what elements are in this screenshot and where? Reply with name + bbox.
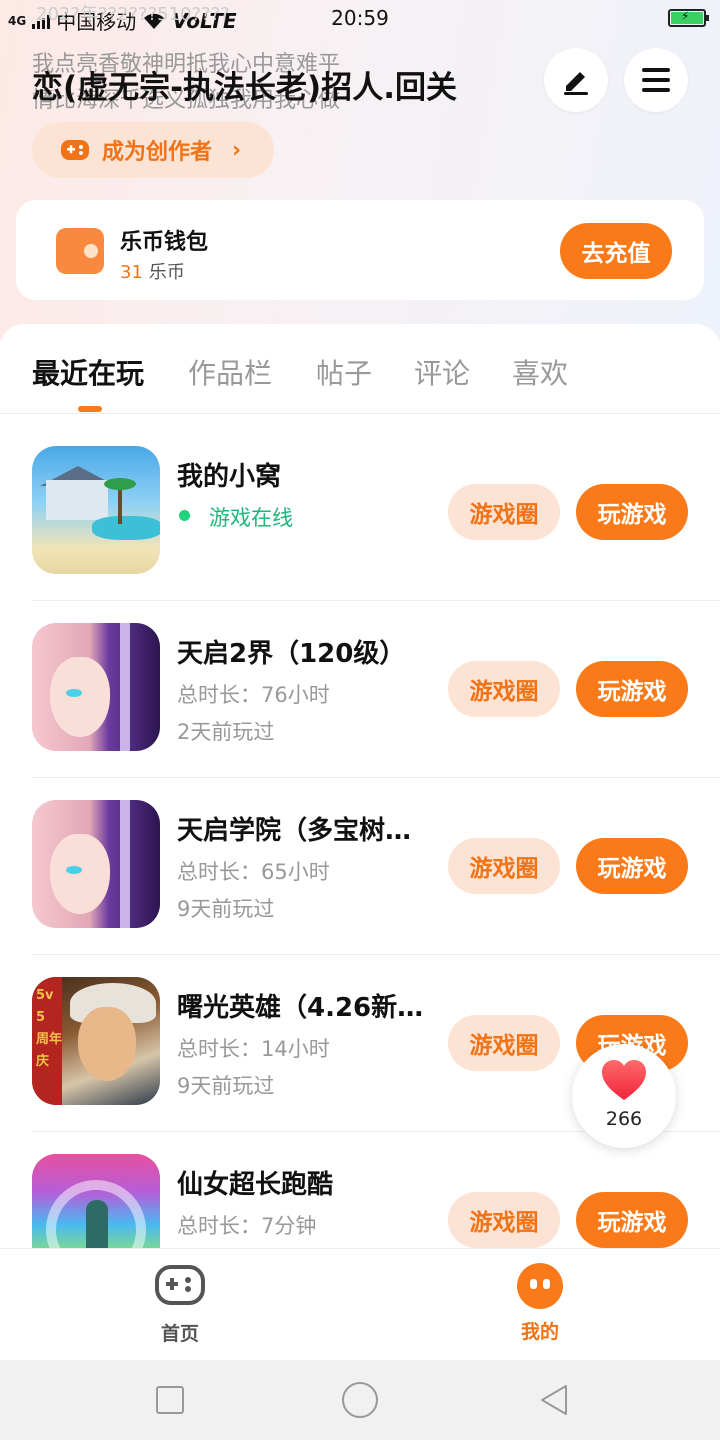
nav-home-label: 首页 <box>160 1323 199 1345</box>
tab-likes[interactable]: 喜欢 <box>512 352 568 392</box>
play-game-button[interactable]: 玩游戏 <box>576 484 688 540</box>
heart-icon <box>602 1060 646 1100</box>
game-status: 游戏在线 <box>209 506 293 530</box>
profile-face-icon <box>517 1263 563 1309</box>
game-last-played: 9天前玩过 <box>177 1074 275 1098</box>
edit-icon <box>564 72 588 95</box>
thumbnail-badge: 5v5 周年庆 <box>36 988 63 1069</box>
chevron-right-icon: › <box>232 137 242 163</box>
game-thumbnail[interactable]: 5v5 周年庆 <box>32 977 160 1105</box>
nav-me-label: 我的 <box>520 1321 559 1343</box>
game-name: 曙光英雄（4.26新… <box>177 993 424 1023</box>
tab-bar: 最近在玩 作品栏 帖子 评论 喜欢 <box>0 324 720 414</box>
home-icon[interactable] <box>342 1382 378 1418</box>
game-circle-button[interactable]: 游戏圈 <box>448 484 560 540</box>
gamepad-icon <box>61 140 89 160</box>
play-game-button[interactable]: 玩游戏 <box>576 1192 688 1248</box>
gamepad-nav-icon <box>155 1265 205 1305</box>
game-row[interactable]: 仙女超长跑酷 总时长：7分钟 游戏圈 玩游戏 <box>32 1132 720 1250</box>
game-thumbnail[interactable] <box>32 1154 160 1250</box>
nav-home[interactable]: 首页 <box>120 1263 240 1346</box>
wallet-icon <box>56 222 104 274</box>
wallet-title: 乐币钱包 <box>120 230 209 255</box>
back-icon[interactable] <box>536 1382 572 1418</box>
ghost-text-0: 202?年??2???510???? <box>36 4 230 25</box>
game-total-time: 总时长：76小时 <box>177 683 330 707</box>
menu-icon <box>642 68 670 92</box>
game-thumbnail[interactable] <box>32 623 160 751</box>
game-name: 天启2界（120级） <box>177 639 406 669</box>
game-row[interactable]: 天启学院（多宝树… 总时长：65小时 9天前玩过 游戏圈 玩游戏 <box>32 778 720 955</box>
game-last-played: 9天前玩过 <box>177 897 275 921</box>
play-game-button[interactable]: 玩游戏 <box>576 661 688 717</box>
tab-works[interactable]: 作品栏 <box>188 352 272 392</box>
bottom-nav: 首页 我的 <box>0 1248 720 1360</box>
system-navigation-bar <box>0 1360 720 1440</box>
game-thumbnail[interactable] <box>32 800 160 928</box>
play-game-button[interactable]: 玩游戏 <box>576 838 688 894</box>
battery-icon <box>668 9 709 27</box>
game-row[interactable]: 我的小窝 游戏在线 游戏圈 玩游戏 <box>32 424 720 601</box>
tab-recent[interactable]: 最近在玩 <box>32 352 144 392</box>
wallet-balance-unit: 乐币 <box>148 262 185 283</box>
battery-fill <box>671 9 703 24</box>
game-circle-button[interactable]: 游戏圈 <box>448 1192 560 1248</box>
become-creator-button[interactable]: 成为创作者 › <box>32 122 274 178</box>
online-dot-icon <box>179 510 190 521</box>
become-creator-label: 成为创作者 <box>102 140 213 165</box>
wallet-balance: 31 乐币 <box>120 258 185 284</box>
recent-apps-icon[interactable] <box>156 1386 184 1414</box>
tab-posts[interactable]: 帖子 <box>316 352 372 392</box>
game-name: 天启学院（多宝树… <box>177 816 412 846</box>
game-total-time: 总时长：65小时 <box>177 860 330 884</box>
game-row[interactable]: 天启2界（120级） 总时长：76小时 2天前玩过 游戏圈 玩游戏 <box>32 601 720 778</box>
like-button[interactable]: 266 <box>572 1044 676 1148</box>
edit-button[interactable] <box>544 48 608 112</box>
tab-indicator <box>78 406 102 412</box>
game-name: 我的小窝 <box>177 462 282 492</box>
nav-me[interactable]: 我的 <box>480 1263 600 1344</box>
game-circle-button[interactable]: 游戏圈 <box>448 1015 560 1071</box>
tab-comments[interactable]: 评论 <box>414 352 470 392</box>
like-count: 266 <box>605 1108 643 1130</box>
game-circle-button[interactable]: 游戏圈 <box>448 661 560 717</box>
wallet-balance-value: 31 <box>120 262 143 283</box>
page-title: 恋(虚无宗-执法长老)招人.回关 <box>32 70 457 106</box>
menu-button[interactable] <box>624 48 688 112</box>
game-thumbnail[interactable] <box>32 446 160 574</box>
game-total-time: 总时长：7分钟 <box>177 1214 317 1238</box>
game-name: 仙女超长跑酷 <box>177 1170 334 1200</box>
game-last-played: 2天前玩过 <box>177 720 275 744</box>
game-circle-button[interactable]: 游戏圈 <box>448 838 560 894</box>
game-total-time: 总时长：14小时 <box>177 1037 330 1061</box>
recharge-button[interactable]: 去充值 <box>560 223 672 279</box>
